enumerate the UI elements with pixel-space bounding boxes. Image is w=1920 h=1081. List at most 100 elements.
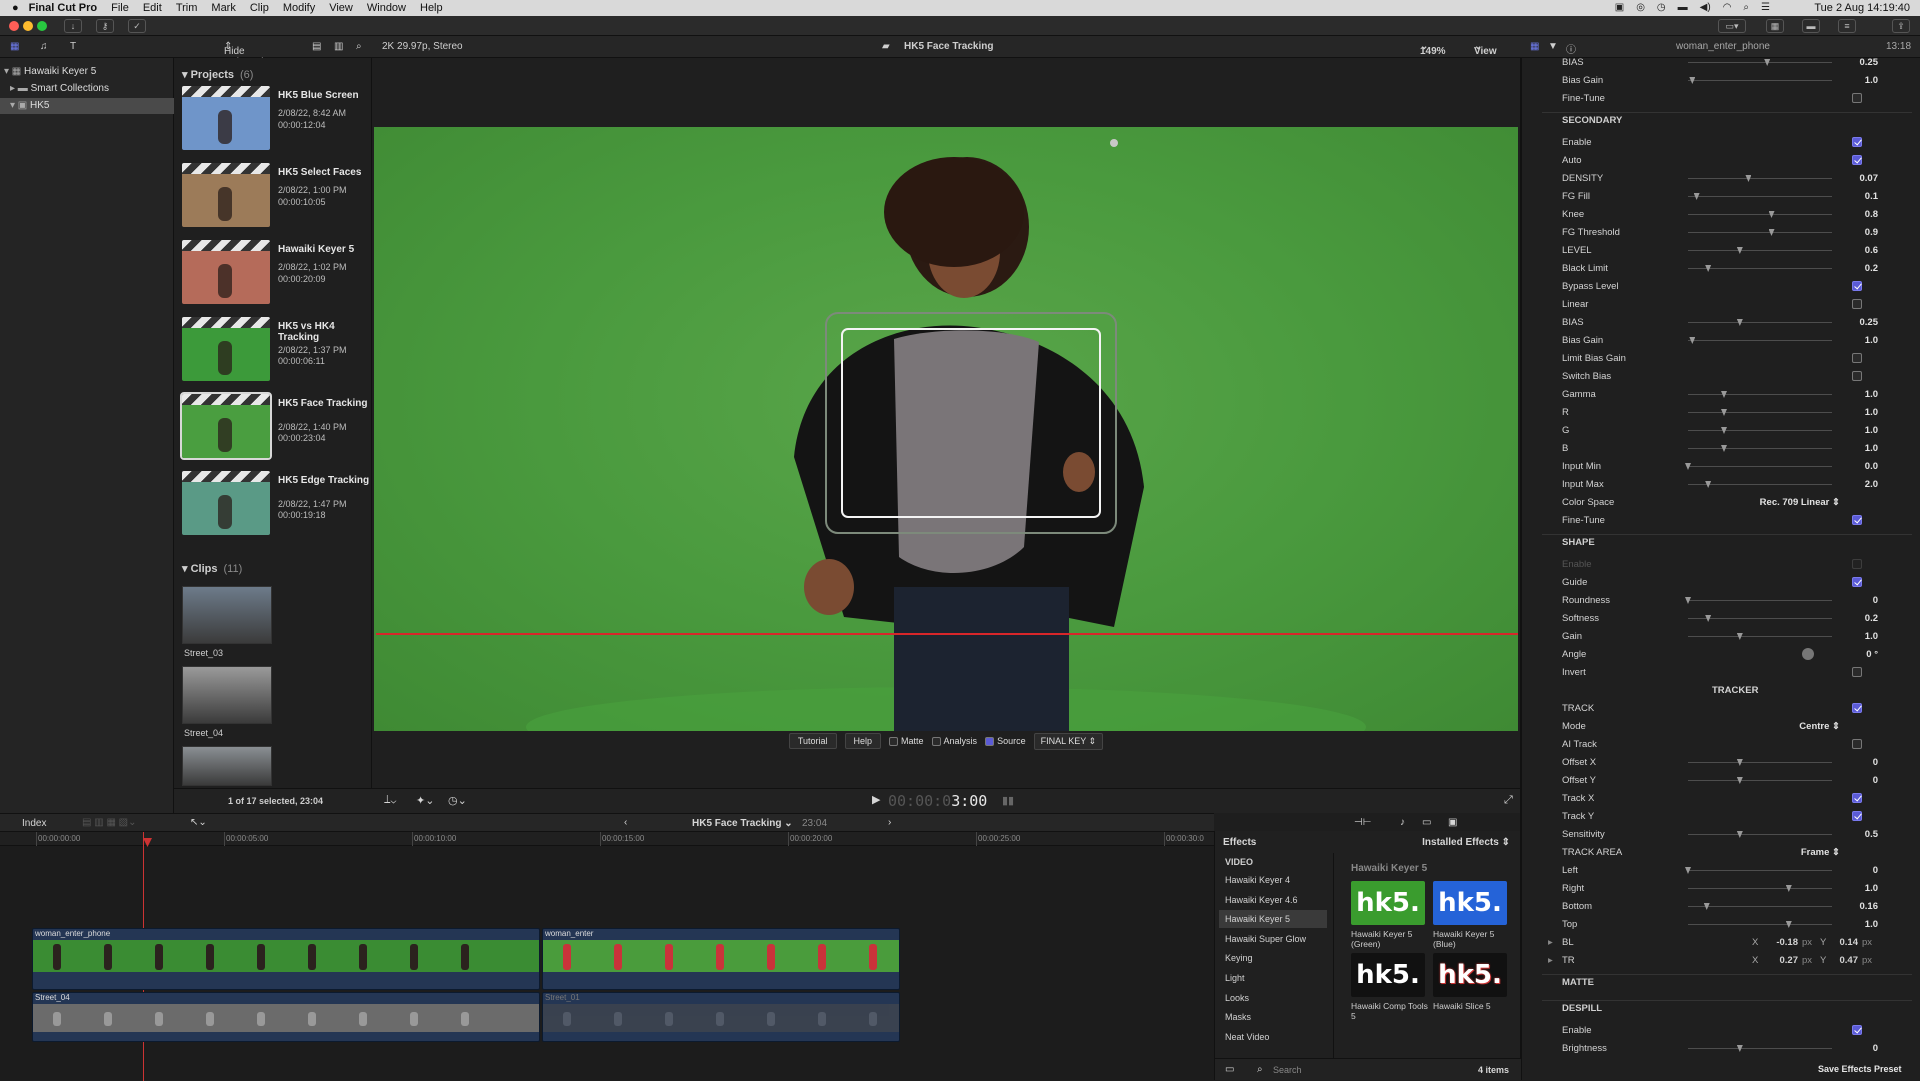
checkbox[interactable] — [1852, 793, 1862, 803]
slider-value[interactable]: 0 — [1873, 595, 1878, 606]
slider-value[interactable]: 1.0 — [1865, 389, 1878, 400]
titles-icon[interactable]: T — [70, 41, 76, 52]
effects-search-input[interactable]: Search — [1273, 1065, 1302, 1075]
slider-value[interactable]: 1.0 — [1865, 75, 1878, 86]
select-tool-icon[interactable]: ↖⌄ — [190, 817, 207, 828]
inspector-row-left[interactable]: Left 0 — [1542, 862, 1902, 880]
menu-window[interactable]: Window — [367, 2, 406, 14]
slider-track[interactable] — [1688, 870, 1832, 871]
slider-value[interactable]: 2.0 — [1865, 479, 1878, 490]
checkbox[interactable] — [1852, 137, 1862, 147]
slider-value[interactable]: 1.0 — [1865, 883, 1878, 894]
checkbox[interactable] — [1852, 93, 1862, 103]
inspector-row-bottom[interactable]: Bottom 0.16 — [1542, 898, 1902, 916]
slider-track[interactable] — [1688, 178, 1832, 179]
sidebar-toggle-icon[interactable]: ▭ — [1225, 1064, 1234, 1075]
audio-skimming-icon[interactable]: ♪ — [1400, 817, 1405, 828]
minimize-window-icon[interactable] — [23, 21, 33, 31]
project-item[interactable]: HK5 Select Faces 2/08/22, 1:00 PM 00:00:10… — [182, 163, 368, 235]
inspector-row-knee[interactable]: Knee 0.8 — [1542, 206, 1902, 224]
slider-value[interactable]: 0.0 — [1865, 461, 1878, 472]
slider-value[interactable]: 0 — [1873, 865, 1878, 876]
share-icon[interactable]: ⇪ — [1892, 19, 1910, 33]
inspector-row-brightness[interactable]: Brightness 0 — [1542, 1040, 1902, 1058]
inspector-row-track-area[interactable]: TRACK AREA Frame ⇕ — [1542, 844, 1902, 862]
checkbox[interactable] — [1852, 299, 1862, 309]
inspector-row-fine-tune[interactable]: Fine-Tune — [1542, 512, 1902, 530]
menu-clip[interactable]: Clip — [250, 2, 269, 14]
slider-value[interactable]: 0 — [1873, 757, 1878, 768]
slider-track[interactable] — [1688, 906, 1832, 907]
connect-edit-icon[interactable]: ▤ ▥ ▦ ▧⌄ — [82, 817, 137, 828]
slider-track[interactable] — [1688, 196, 1832, 197]
keywords-icon[interactable]: ⚷ — [96, 19, 114, 33]
inspector-row-input-min[interactable]: Input Min 0.0 — [1542, 458, 1902, 476]
clip-item[interactable]: Street_04 — [182, 666, 274, 744]
inspector-row-softness[interactable]: Softness 0.2 — [1542, 610, 1902, 628]
checkbox[interactable] — [1852, 577, 1862, 587]
save-effects-preset-button[interactable]: Save Effects Preset — [1812, 1062, 1908, 1076]
slider-track[interactable] — [1688, 780, 1832, 781]
inspector-row-fg-threshold[interactable]: FG Threshold 0.9 — [1542, 224, 1902, 242]
matte-checkbox[interactable]: Matte — [889, 736, 924, 746]
libraries-icon[interactable]: ▦ — [10, 41, 19, 52]
slider-track[interactable] — [1688, 834, 1832, 835]
timecode-display[interactable]: 00:00:03:00 — [888, 792, 987, 810]
inspector-row-enable[interactable]: Enable — [1542, 1022, 1902, 1040]
inspector-row-bias-gain[interactable]: Bias Gain 1.0 — [1542, 72, 1902, 90]
checkbox[interactable] — [1852, 353, 1862, 363]
slider-value[interactable]: 0.25 — [1860, 317, 1879, 328]
inspector-row-g[interactable]: G 1.0 — [1542, 422, 1902, 440]
library-item[interactable]: ▾ ▣ HK5 — [0, 98, 174, 114]
clip-item[interactable]: Street_03 — [182, 586, 274, 664]
projects-header[interactable]: ▾ Projects (6) — [182, 68, 253, 81]
project-item[interactable]: HK5 Edge Tracking 2/08/22, 1:47 PM 00:00:1… — [182, 471, 369, 543]
menu-modify[interactable]: Modify — [283, 2, 315, 14]
library-item[interactable]: ▸ ▬ Smart Collections — [0, 81, 174, 97]
slider-value[interactable]: 0.5 — [1865, 829, 1878, 840]
checkbox[interactable] — [1852, 703, 1862, 713]
source-checkbox[interactable]: Source — [985, 736, 1026, 746]
menu-trim[interactable]: Trim — [176, 2, 198, 14]
camera-icon[interactable]: ▣ — [1615, 2, 1624, 13]
help-button[interactable]: Help — [844, 733, 882, 749]
inspector-row-auto[interactable]: Auto — [1542, 152, 1902, 170]
inspector-row-switch-bias[interactable]: Switch Bias — [1542, 368, 1902, 386]
slider-value[interactable]: 0.2 — [1865, 613, 1878, 624]
x-value[interactable]: 0.27 — [1770, 955, 1799, 966]
effects-category[interactable]: Hawaiki Keyer 5 — [1219, 910, 1327, 929]
effects-category[interactable]: Keying — [1219, 949, 1327, 967]
inspector-row-angle[interactable]: Angle 0 ° — [1542, 646, 1902, 664]
inspector-row-guide[interactable]: Guide — [1542, 574, 1902, 592]
slider-value[interactable]: 0.8 — [1865, 209, 1878, 220]
retime-icon[interactable]: ◷⌄ — [448, 794, 467, 807]
inspector-row-limit-bias-gain[interactable]: Limit Bias Gain — [1542, 350, 1902, 368]
fullscreen-icon[interactable]: ⤢ — [1504, 794, 1513, 807]
timeline-clip[interactable]: Street_01 — [542, 992, 900, 1042]
volume-icon[interactable]: ◀) — [1700, 2, 1711, 13]
inspector-row-roundness[interactable]: Roundness 0 — [1542, 592, 1902, 610]
spotlight-icon[interactable]: ⌕ — [1743, 2, 1749, 13]
close-window-icon[interactable] — [9, 21, 19, 31]
slider-track[interactable] — [1688, 466, 1832, 467]
slider-track[interactable] — [1688, 430, 1832, 431]
slider-track[interactable] — [1688, 394, 1832, 395]
effects-category[interactable]: Looks — [1219, 989, 1327, 1007]
effects-category[interactable]: Masks — [1219, 1008, 1327, 1026]
inspector-row-gamma[interactable]: Gamma 1.0 — [1542, 386, 1902, 404]
inspector-row-bias[interactable]: BIAS 0.25 — [1542, 314, 1902, 332]
inspector-toggle-icon[interactable]: ≡ — [1838, 19, 1856, 33]
import-icon[interactable]: ↓ — [64, 19, 82, 33]
slider-value[interactable]: 0.6 — [1865, 245, 1878, 256]
slider-track[interactable] — [1688, 762, 1832, 763]
slider-track[interactable] — [1688, 412, 1832, 413]
inspector-row-enable[interactable]: Enable — [1542, 556, 1902, 574]
inspector-row-color-space[interactable]: Color Space Rec. 709 Linear ⇕ — [1542, 494, 1902, 512]
layout-icon[interactable]: ▭▾ — [1718, 19, 1746, 33]
slider-track[interactable] — [1688, 322, 1832, 323]
slider-track[interactable] — [1688, 636, 1832, 637]
effects-category[interactable]: Neat Video — [1219, 1028, 1327, 1046]
project-item[interactable]: HK5 vs HK4 Tracking 2/08/22, 1:37 PM 00:00… — [182, 317, 368, 389]
inspector-row-fine-tune[interactable]: Fine-Tune — [1542, 90, 1902, 108]
slider-value[interactable]: 1.0 — [1865, 425, 1878, 436]
